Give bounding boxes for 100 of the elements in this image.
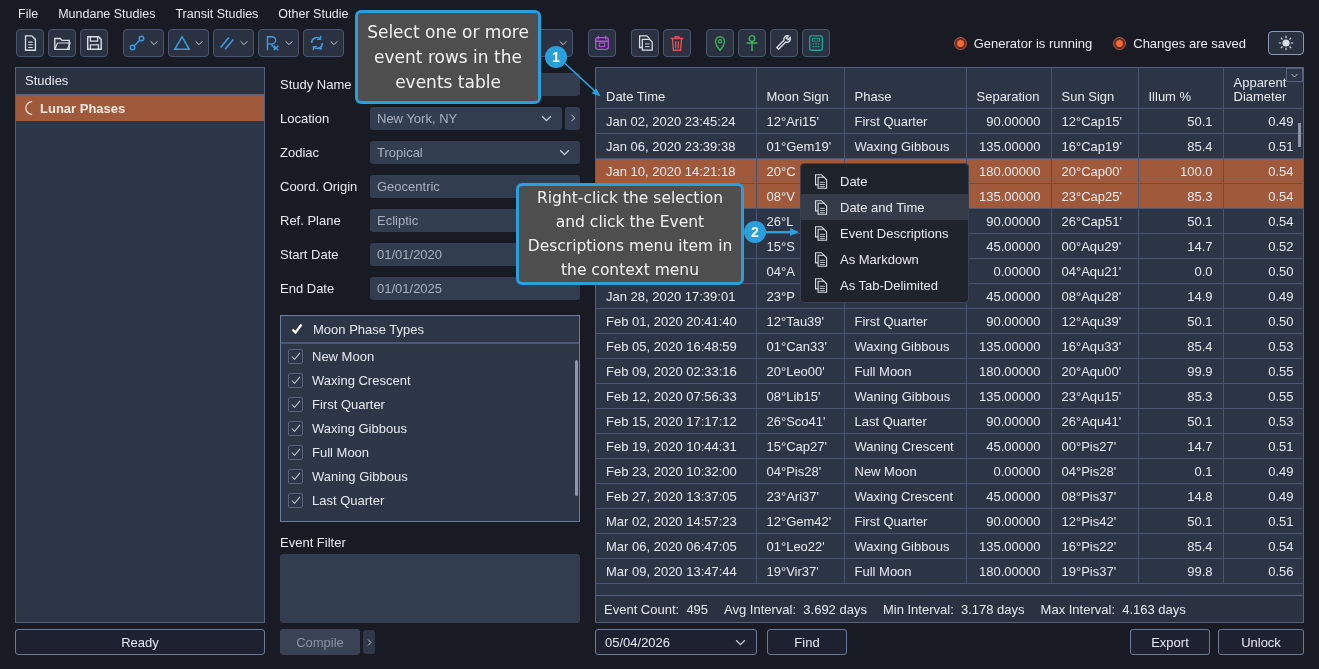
table-cell: 19°Pis37' [1061,563,1117,579]
table-cell: 135.00000 [979,188,1041,204]
find-button[interactable]: Find [767,629,847,655]
connected-nodes-icon [128,34,146,52]
table-cell: 20°C [766,163,796,179]
status-button[interactable]: Ready [15,629,265,655]
table-cell: 90.00000 [986,313,1041,329]
table-cell: 85.4 [1187,338,1213,354]
table-cell: 85.4 [1187,538,1213,554]
wrench-icon [775,34,793,52]
unlock-button[interactable]: Unlock [1218,629,1304,655]
ankh-button[interactable] [738,29,766,57]
expand-button[interactable] [363,630,375,654]
table-cell: 0.53 [1268,338,1294,354]
menu-item[interactable]: Transit Studies [175,7,279,21]
calculator-button[interactable] [802,29,830,57]
table-row[interactable]: Mar 09, 2020 13:47:44 19°Vir37' Full Moon 180.00000 19°Pis37' 99.8 0.56 [596,558,1303,584]
table-cell: 0.56 [1268,563,1294,579]
calendar-icon [593,34,611,52]
checkbox[interactable] [288,348,303,364]
dropdown-button[interactable] [123,29,164,57]
new-button[interactable] [16,29,44,57]
table-cell: 14.8 [1187,488,1213,504]
checkbox[interactable] [288,468,303,484]
dropdown-button[interactable] [303,29,344,57]
location-button[interactable] [706,29,734,57]
copy-document-icon [813,172,830,190]
study-item[interactable]: Lunar Phases [16,95,264,121]
checkbox[interactable] [288,420,303,436]
column-header[interactable]: Phase [844,68,966,109]
table-row[interactable]: Mar 06, 2020 06:47:05 01°Leo22' Waxing Gibbous 135.00000 16°Pis22' 85.4 0.54 [596,533,1303,559]
table-cell: 0.49 [1268,488,1294,504]
menu-item[interactable]: As Tab-Delimited [801,272,968,298]
table-row[interactable]: Jan 06, 2020 23:39:38 01°Gem19' Waxing Gibbous 135.00000 16°Cap19' 85.4 0.51 [596,133,1303,159]
export-button[interactable]: Export [1130,629,1210,655]
table-cell: 90.00000 [986,513,1041,529]
checkbox[interactable] [288,444,303,460]
table-row[interactable]: Feb 12, 2020 07:56:33 08°Lib15' Waning Gibbous 135.00000 23°Aqu15' 85.3 0.55 [596,383,1303,409]
checkbox[interactable] [288,372,303,388]
date-picker[interactable]: 05/04/2026 [595,629,757,655]
table-cell: 20°Cap00' [1061,163,1122,179]
open-button[interactable] [48,29,76,57]
menu-item[interactable]: Event Descriptions [801,220,968,246]
table-cell: 0.0 [1194,263,1213,279]
table-cell: 19°Vir37' [766,563,819,579]
column-menu-button[interactable] [1286,68,1303,82]
table-cell: 99.8 [1187,563,1213,579]
column-header[interactable]: Apparent Diameter [1223,68,1303,109]
chevron-icon [558,38,568,48]
table-cell: 20°Leo00' [766,363,825,379]
dropdown-button[interactable] [258,29,299,57]
table-row[interactable]: Feb 15, 2020 17:17:12 26°Sco41' Last Quarter 90.00000 26°Aqu41' 50.1 0.53 [596,408,1303,434]
table-row[interactable]: Mar 02, 2020 14:57:23 12°Gem42' First Quarter 90.00000 12°Pis42' 50.1 0.51 [596,508,1303,534]
column-header[interactable]: Moon Sign [756,68,844,109]
dropdown-button[interactable] [213,29,254,57]
dropdown[interactable]: New York, NY [370,106,562,130]
step-badge: 1 [545,46,567,68]
table-cell: 12°Tau39' [766,313,825,329]
table-cell: Mar 09, 2020 13:47:44 [606,563,737,579]
table-cell: 14.7 [1187,238,1213,254]
table-row[interactable]: Feb 09, 2020 02:33:16 20°Leo00' Full Moon 180.00000 20°Aqu00' 99.9 0.55 [596,358,1303,384]
menu-item[interactable]: File [18,7,59,21]
menu-item[interactable]: Mundane Studies [58,7,176,21]
column-header[interactable]: Date Time [596,68,756,109]
table-cell: 23°Cap25' [1061,188,1122,204]
menu-item[interactable]: As Markdown [801,246,968,272]
table-row[interactable]: Feb 23, 2020 10:32:00 04°Pis28' New Moon 0.00000 04°Pis28' 0.1 0.49 [596,458,1303,484]
table-cell: Feb 05, 2020 16:48:59 [606,338,737,354]
dropdown[interactable]: Tropical [370,140,580,164]
calendar-button[interactable] [588,29,616,57]
table-cell: Waxing Crescent [854,488,953,504]
column-header[interactable]: Separation [966,68,1051,109]
column-header[interactable]: Illum % [1138,68,1223,109]
menu-item[interactable]: Date [801,168,968,194]
table-row[interactable]: Feb 19, 2020 10:44:31 15°Cap27' Waning Crescent 45.00000 00°Pis27' 14.7 0.51 [596,433,1303,459]
table-cell: First Quarter [854,313,928,329]
checkbox[interactable] [288,396,303,412]
menu-item[interactable]: Date and Time [801,194,968,220]
table-cell: 0.55 [1268,388,1294,404]
copy-button[interactable] [631,29,659,57]
table-cell: 23°Ari37' [766,488,819,504]
table-cell: 135.00000 [979,338,1041,354]
table-cell: 01°Can33' [766,338,827,354]
theme-button[interactable] [1268,31,1304,55]
table-row[interactable]: Feb 01, 2020 20:41:40 12°Tau39' First Quarter 90.00000 12°Aqu39' 50.1 0.50 [596,308,1303,334]
table-cell: 0.49 [1268,463,1294,479]
settings-button[interactable] [770,29,798,57]
expand-button[interactable] [565,106,580,130]
table-cell: Feb 12, 2020 07:56:33 [606,388,737,404]
column-header[interactable]: Sun Sign [1051,68,1138,109]
checkbox[interactable] [288,492,303,508]
table-cell: 0.51 [1268,438,1294,454]
checkbox-label: Waxing Crescent [312,372,411,388]
save-button[interactable] [80,29,108,57]
dropdown-button[interactable] [168,29,209,57]
field-label: Event Filter [280,535,347,551]
summary-text: Min Interval: 3.178 days [882,601,1025,617]
table-row[interactable]: Feb 05, 2020 16:48:59 01°Can33' Waxing Gibbous 135.00000 16°Aqu33' 85.4 0.53 [596,333,1303,359]
table-row[interactable]: Jan 02, 2020 23:45:24 12°Ari15' First Quarter 90.00000 12°Cap15' 50.1 0.49 [596,108,1303,134]
table-row[interactable]: Feb 27, 2020 13:37:05 23°Ari37' Waxing Crescent 45.00000 08°Pis37' 14.8 0.49 [596,483,1303,509]
